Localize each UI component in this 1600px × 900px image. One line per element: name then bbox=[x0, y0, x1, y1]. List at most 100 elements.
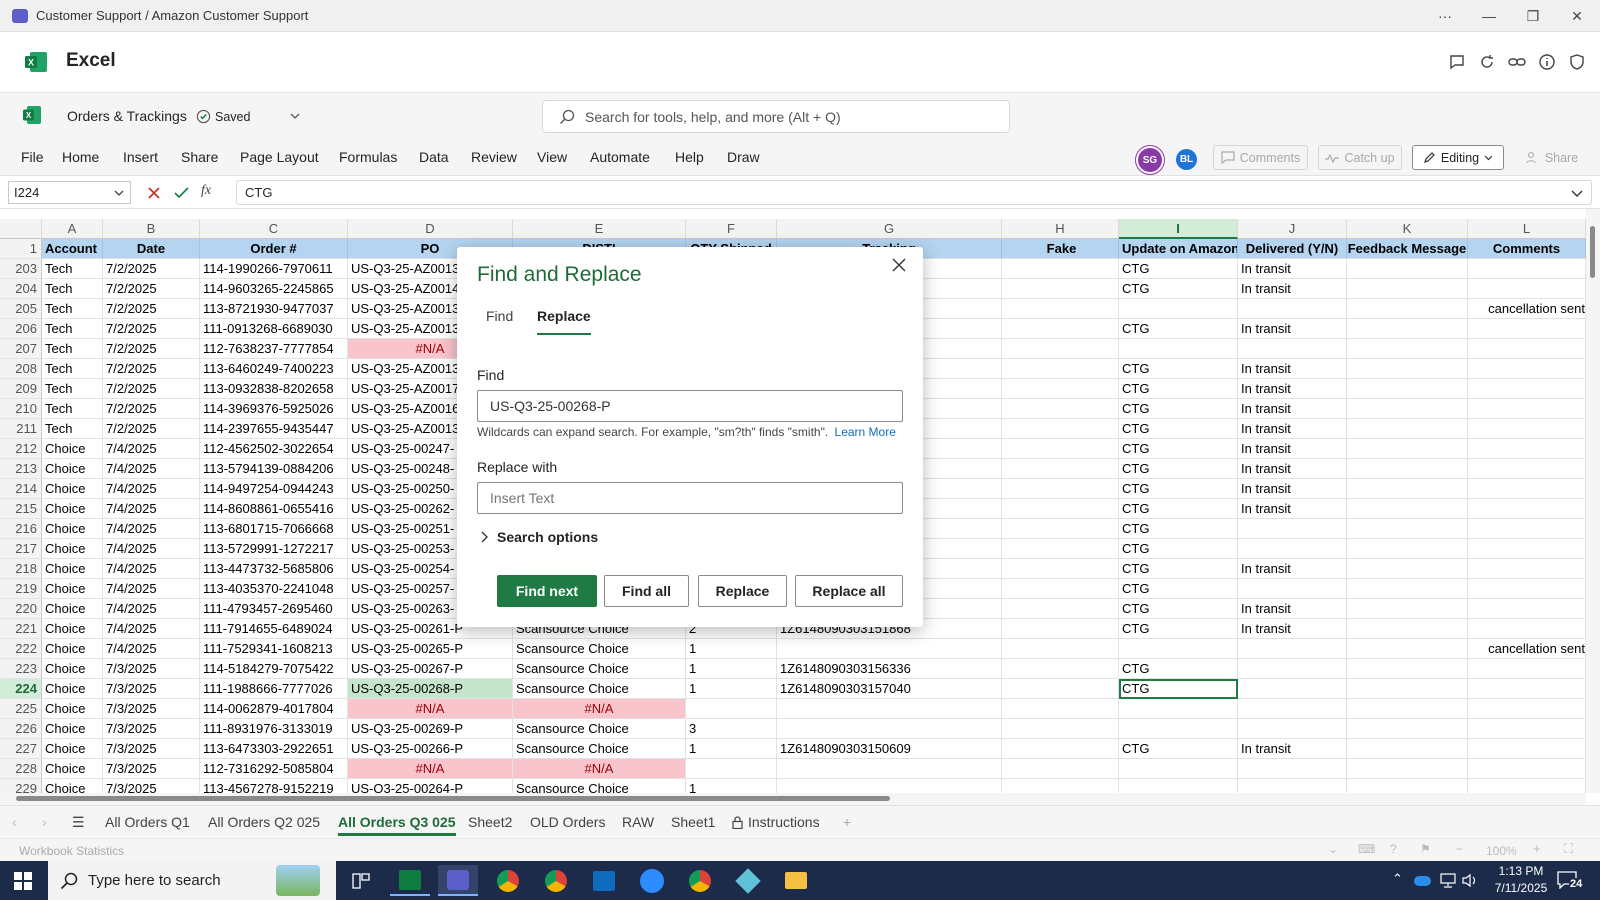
column-header-g[interactable]: G bbox=[777, 219, 1002, 239]
network-icon[interactable] bbox=[1440, 873, 1456, 888]
cell[interactable]: 1 bbox=[686, 679, 777, 699]
cell[interactable]: Choice bbox=[42, 539, 103, 559]
cell[interactable] bbox=[1002, 399, 1119, 419]
taskbar-outlook-icon[interactable] bbox=[584, 865, 624, 896]
cell[interactable]: 112-7638237-7777854 bbox=[200, 339, 348, 359]
cell[interactable]: In transit bbox=[1238, 599, 1347, 619]
cell[interactable]: Tech bbox=[42, 259, 103, 279]
volume-icon[interactable] bbox=[1462, 873, 1478, 888]
cell[interactable]: CTG bbox=[1119, 739, 1238, 759]
taskbar-app-icon[interactable] bbox=[728, 865, 768, 896]
column-header-d[interactable]: D bbox=[348, 219, 513, 239]
formula-input[interactable]: CTG bbox=[236, 180, 1592, 205]
row-number[interactable]: 217 bbox=[0, 539, 42, 559]
cell[interactable] bbox=[1002, 679, 1119, 699]
cell[interactable]: In transit bbox=[1238, 499, 1347, 519]
row-number[interactable]: 220 bbox=[0, 599, 42, 619]
cell[interactable]: US-Q3-25-00266-P bbox=[348, 739, 513, 759]
cell[interactable] bbox=[1238, 679, 1347, 699]
comments-button[interactable]: Comments bbox=[1213, 145, 1308, 170]
cell[interactable]: 114-2397655-9435447 bbox=[200, 419, 348, 439]
cell[interactable] bbox=[1468, 539, 1586, 559]
cell[interactable]: Choice bbox=[42, 559, 103, 579]
cell[interactable]: CTG bbox=[1119, 679, 1238, 699]
cell[interactable] bbox=[1002, 479, 1119, 499]
taskbar-search[interactable]: Type here to search bbox=[48, 861, 336, 900]
cell[interactable] bbox=[1347, 719, 1468, 739]
cell[interactable] bbox=[1002, 559, 1119, 579]
cell[interactable]: #N/A bbox=[513, 699, 686, 719]
row-number[interactable]: 205 bbox=[0, 299, 42, 319]
cell[interactable] bbox=[1468, 679, 1586, 699]
row-number[interactable]: 216 bbox=[0, 519, 42, 539]
zoom-in-icon[interactable]: + bbox=[1533, 841, 1541, 856]
cell[interactable]: CTG bbox=[1119, 459, 1238, 479]
cell[interactable]: 1 bbox=[686, 659, 777, 679]
cell[interactable]: 114-0062879-4017804 bbox=[200, 699, 348, 719]
cell[interactable]: CTG bbox=[1119, 519, 1238, 539]
cell[interactable]: 7/4/2025 bbox=[103, 599, 200, 619]
cell[interactable]: Tech bbox=[42, 299, 103, 319]
row-number[interactable]: 228 bbox=[0, 759, 42, 779]
cell[interactable] bbox=[1468, 619, 1586, 639]
cell[interactable] bbox=[1002, 339, 1119, 359]
cell[interactable]: 111-7914655-6489024 bbox=[200, 619, 348, 639]
cell[interactable] bbox=[1347, 759, 1468, 779]
cell[interactable]: 114-8608861-0655416 bbox=[200, 499, 348, 519]
cell[interactable]: Tech bbox=[42, 339, 103, 359]
cell[interactable]: 112-7316292-5085804 bbox=[200, 759, 348, 779]
cell[interactable]: 7/2/2025 bbox=[103, 419, 200, 439]
cell[interactable]: CTG bbox=[1119, 659, 1238, 679]
cell[interactable]: 7/3/2025 bbox=[103, 779, 200, 793]
cell[interactable] bbox=[686, 699, 777, 719]
chevron-down-icon[interactable] bbox=[290, 113, 300, 120]
cell[interactable] bbox=[777, 639, 1002, 659]
cell[interactable]: #N/A bbox=[513, 759, 686, 779]
cell[interactable] bbox=[1238, 699, 1347, 719]
row-number[interactable]: 204 bbox=[0, 279, 42, 299]
row-number[interactable]: 222 bbox=[0, 639, 42, 659]
cell[interactable] bbox=[1347, 679, 1468, 699]
taskbar-excel-icon[interactable] bbox=[390, 865, 430, 896]
header-cell[interactable]: Fake bbox=[1002, 239, 1119, 259]
cell[interactable]: 7/3/2025 bbox=[103, 719, 200, 739]
cell[interactable]: Choice bbox=[42, 499, 103, 519]
cell[interactable] bbox=[1238, 579, 1347, 599]
dialog-close-button[interactable] bbox=[885, 251, 913, 279]
cell[interactable] bbox=[1468, 759, 1586, 779]
cell[interactable] bbox=[1468, 359, 1586, 379]
row-number[interactable]: 203 bbox=[0, 259, 42, 279]
cell[interactable] bbox=[1347, 299, 1468, 319]
cell[interactable] bbox=[1002, 379, 1119, 399]
cell[interactable] bbox=[1468, 399, 1586, 419]
menu-formulas[interactable]: Formulas bbox=[339, 149, 397, 165]
cell[interactable] bbox=[686, 759, 777, 779]
replace-button[interactable]: Replace bbox=[698, 575, 787, 607]
cell[interactable]: In transit bbox=[1238, 379, 1347, 399]
cell[interactable] bbox=[1238, 659, 1347, 679]
row-number[interactable]: 214 bbox=[0, 479, 42, 499]
vertical-scroll-thumb[interactable] bbox=[1590, 226, 1595, 278]
expand-formula-icon[interactable] bbox=[1571, 190, 1583, 198]
cell[interactable] bbox=[1468, 279, 1586, 299]
cell[interactable] bbox=[1002, 539, 1119, 559]
cell[interactable] bbox=[1002, 519, 1119, 539]
cell[interactable] bbox=[1347, 279, 1468, 299]
cell[interactable] bbox=[1347, 359, 1468, 379]
insert-function-icon[interactable]: fx bbox=[201, 183, 211, 199]
cell[interactable]: Tech bbox=[42, 399, 103, 419]
replace-all-button[interactable]: Replace all bbox=[795, 575, 903, 607]
refresh-icon[interactable] bbox=[1477, 52, 1497, 72]
show-hidden-icons[interactable]: ⌃ bbox=[1392, 871, 1403, 887]
cell[interactable]: 1Z6148090303156336 bbox=[777, 659, 1002, 679]
column-header-i[interactable]: I bbox=[1119, 219, 1238, 239]
cell[interactable] bbox=[777, 779, 1002, 793]
row-number[interactable]: 218 bbox=[0, 559, 42, 579]
tab-find[interactable]: Find bbox=[486, 308, 513, 324]
cell[interactable] bbox=[1119, 339, 1238, 359]
prev-sheet-icon[interactable]: ‹ bbox=[12, 814, 17, 830]
cell[interactable] bbox=[1002, 739, 1119, 759]
column-header-k[interactable]: K bbox=[1347, 219, 1468, 239]
row-number[interactable]: 223 bbox=[0, 659, 42, 679]
cell[interactable]: Choice bbox=[42, 639, 103, 659]
